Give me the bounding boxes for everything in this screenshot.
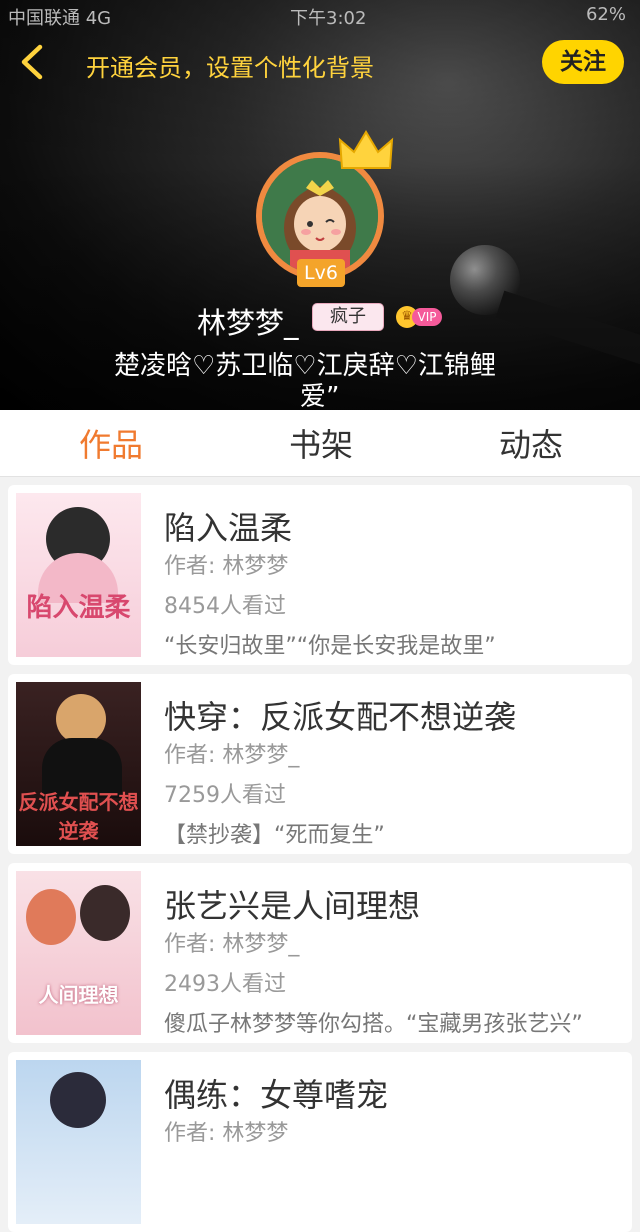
vip-label: VIP (412, 308, 442, 326)
back-arrow-icon[interactable] (14, 42, 54, 82)
follow-button[interactable]: 关注 (542, 40, 624, 84)
work-author: 作者: 林梦梦_ (164, 932, 300, 957)
tab-bookshelf[interactable]: 书架 (289, 420, 353, 466)
profile-tabs: 作品 书架 动态 (0, 410, 640, 477)
username: 林梦梦_ (197, 306, 299, 340)
work-title: 陷入温柔 (164, 509, 293, 547)
title-badge: 疯子 (312, 303, 384, 331)
cover-title: 陷入温柔 (26, 593, 131, 623)
work-author: 作者: 林梦梦 (164, 1121, 289, 1146)
tab-activity[interactable]: 动态 (499, 420, 563, 466)
work-card[interactable]: 偶练：女尊嗜宠 作者: 林梦梦 (8, 1052, 632, 1232)
work-title: 偶练：女尊嗜宠 (164, 1076, 389, 1114)
cover-portrait (56, 694, 106, 744)
work-views: 8454人看过 (164, 594, 286, 619)
work-description: “长安归故里”“你是长安我是故里” (164, 634, 496, 659)
cover-portrait-left (26, 889, 76, 945)
avatar[interactable] (262, 158, 378, 274)
cover-portrait-right (80, 885, 130, 941)
book-cover-image: 反派女配不想逆袭 (16, 682, 141, 846)
crown-icon (338, 130, 394, 169)
level-badge: Lv6 (297, 259, 345, 287)
work-description: 傻瓜子林梦梦等你勾搭。“宝藏男孩张艺兴” (164, 1012, 583, 1037)
work-views: 2493人看过 (164, 972, 286, 997)
work-author: 作者: 林梦梦_ (164, 743, 300, 768)
book-cover-image (16, 1060, 141, 1224)
clock-text: 下午3:02 (290, 8, 367, 29)
work-description: 【禁抄袭】“死而复生” (164, 823, 385, 848)
profile-header: 中国联通 4G 下午3:02 62% 开通会员，设置个性化背景 关注 Lv6 林… (0, 0, 640, 410)
signature-line-2: 爱” (300, 382, 340, 410)
status-bar: 中国联通 4G 下午3:02 62% (0, 0, 640, 30)
work-title: 快穿：反派女配不想逆袭 (164, 698, 517, 736)
carrier-text: 中国联通 4G (8, 8, 112, 29)
vip-background-tip[interactable]: 开通会员，设置个性化背景 (86, 48, 374, 83)
work-card[interactable]: 反派女配不想逆袭 快穿：反派女配不想逆袭 作者: 林梦梦_ 7259人看过 【禁… (8, 674, 632, 854)
work-card[interactable]: 陷入温柔 陷入温柔 作者: 林梦梦 8454人看过 “长安归故里”“你是长安我是… (8, 485, 632, 665)
book-cover-image: 人间理想 (16, 871, 141, 1035)
vip-badge[interactable]: ♛ VIP (396, 306, 444, 328)
battery-text: 62% (585, 4, 626, 25)
work-card[interactable]: 人间理想 张艺兴是人间理想 作者: 林梦梦_ 2493人看过 傻瓜子林梦梦等你勾… (8, 863, 632, 1043)
tab-works[interactable]: 作品 (79, 420, 143, 466)
cartoon-girl-avatar-image (262, 158, 378, 274)
work-author: 作者: 林梦梦 (164, 554, 289, 579)
book-cover-image: 陷入温柔 (16, 493, 141, 657)
cover-portrait (50, 1072, 106, 1128)
cover-title: 人间理想 (38, 983, 119, 1007)
cover-title: 反派女配不想逆袭 (18, 790, 139, 843)
work-title: 张艺兴是人间理想 (164, 887, 421, 925)
work-views: 7259人看过 (164, 783, 286, 808)
